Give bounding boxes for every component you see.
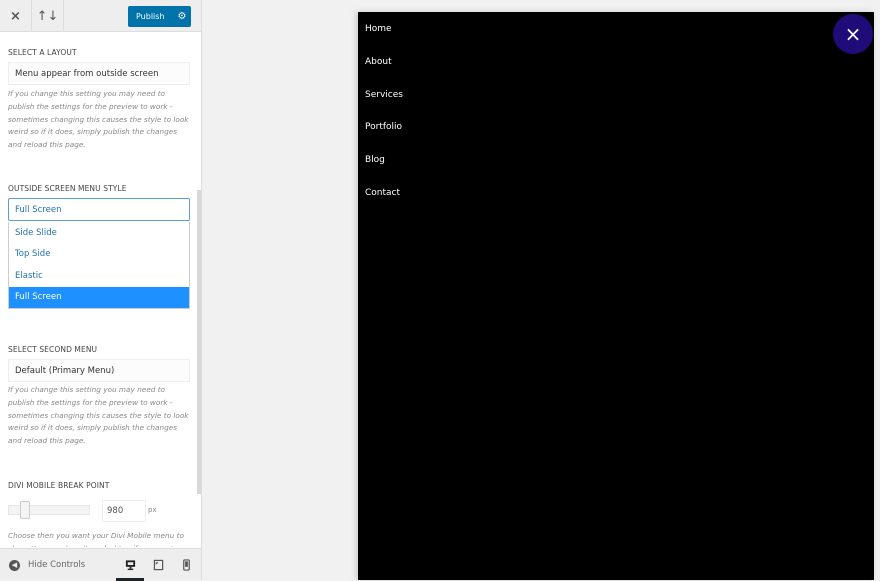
- customizer-topbar: × ↑↓ Publish ⚙: [0, 0, 201, 32]
- breakpoint-section-title: DIVI MOBILE BREAK POINT: [8, 481, 110, 490]
- second-menu-description: If you change this setting you may need …: [8, 385, 189, 446]
- close-icon: ×: [10, 8, 21, 24]
- second-menu-select[interactable]: Default (Primary Menu): [8, 359, 190, 382]
- menu-style-option[interactable]: Elastic: [9, 265, 189, 287]
- menu-style-option[interactable]: Top Side: [9, 244, 189, 266]
- reorder-button[interactable]: ↑↓: [32, 0, 64, 32]
- device-desktop-button[interactable]: [116, 549, 144, 581]
- customizer-footer: ◀ Hide Controls: [0, 548, 201, 581]
- nav-item-blog[interactable]: Blog: [365, 155, 385, 165]
- nav-item-home[interactable]: Home: [365, 24, 392, 34]
- layout-description: If you change this setting you may need …: [8, 89, 189, 150]
- close-customizer-button[interactable]: ×: [0, 0, 32, 32]
- customizer-sidebar: × ↑↓ Publish ⚙ SELECT A LAYOUT Menu appe…: [0, 0, 202, 581]
- nav-item-services[interactable]: Services: [365, 90, 403, 100]
- breakpoint-input[interactable]: 980: [102, 500, 146, 522]
- nav-item-portfolio[interactable]: Portfolio: [365, 122, 402, 132]
- close-icon: ×: [844, 22, 862, 46]
- sidebar-scrollbar[interactable]: [197, 190, 201, 494]
- hide-controls-button[interactable]: ◀ Hide Controls: [9, 549, 85, 581]
- layout-section-title: SELECT A LAYOUT: [8, 48, 77, 57]
- menu-style-option[interactable]: Side Slide: [9, 222, 189, 244]
- close-menu-button[interactable]: ×: [833, 14, 873, 54]
- publish-label: Publish: [136, 12, 165, 21]
- menu-style-options: Side Slide Top Side Elastic Full Screen: [8, 222, 190, 309]
- device-tablet-button[interactable]: [144, 549, 172, 581]
- device-mobile-button[interactable]: [172, 549, 200, 581]
- tablet-icon: [153, 559, 163, 571]
- sort-arrows-icon: ↑↓: [36, 8, 59, 24]
- collapse-icon: ◀: [9, 559, 20, 571]
- menu-style-option-selected[interactable]: Full Screen: [9, 286, 189, 308]
- breakpoint-slider-handle[interactable]: [20, 501, 30, 519]
- controls-panel: SELECT A LAYOUT Menu appear from outside…: [0, 33, 196, 547]
- hide-controls-label: Hide Controls: [28, 560, 86, 570]
- second-menu-section-title: SELECT SECOND MENU: [8, 345, 98, 354]
- menu-style-section-title: OUTSIDE SCREEN MENU STYLE: [8, 184, 127, 193]
- publish-button[interactable]: Publish ⚙: [128, 6, 191, 27]
- nav-item-about[interactable]: About: [365, 57, 392, 67]
- breakpoint-description: Choose then you want your Divi Mobile me…: [8, 531, 184, 547]
- nav-item-contact[interactable]: Contact: [365, 188, 400, 198]
- site-preview: Home About Services Portfolio Blog Conta…: [358, 12, 874, 580]
- breakpoint-unit: px: [148, 506, 157, 514]
- desktop-icon: [125, 560, 135, 571]
- layout-select[interactable]: Menu appear from outside screen: [8, 62, 190, 85]
- mobile-icon: [182, 559, 190, 571]
- menu-style-select[interactable]: Full Screen: [8, 198, 190, 221]
- gear-icon[interactable]: ⚙: [173, 11, 191, 22]
